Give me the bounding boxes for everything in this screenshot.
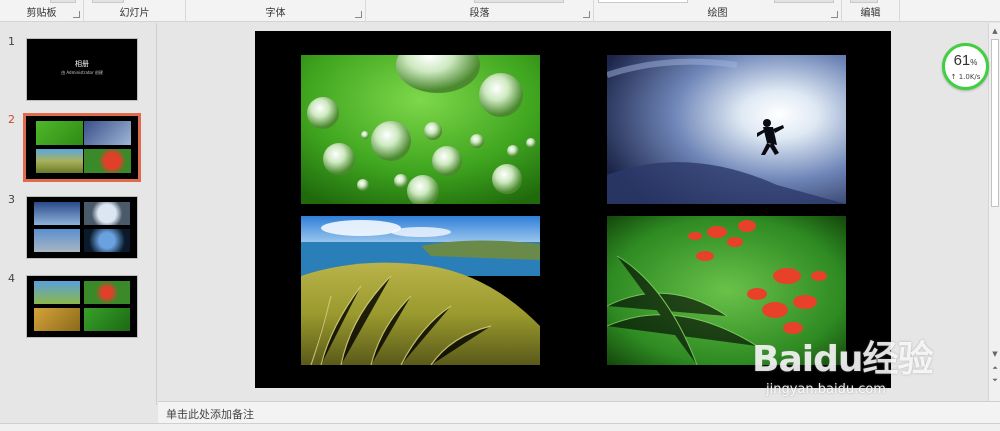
notes-placeholder: 单击此处添加备注: [166, 408, 254, 421]
ribbon-group-slides: 幻灯片: [84, 0, 186, 22]
photo-grassy-hills[interactable]: [301, 216, 540, 365]
photo-surfer-wave-image: [607, 55, 846, 204]
ribbon-button-fragment[interactable]: [598, 0, 688, 3]
slide-number: 2: [8, 113, 15, 126]
photo-grassy-hills-image: [301, 216, 540, 365]
ribbon-group-label: 段落: [469, 8, 490, 19]
photo-water-droplets[interactable]: [301, 55, 540, 204]
ribbon-group-label: 绘图: [707, 8, 728, 19]
ribbon-group-label: 字体: [265, 8, 286, 19]
slide-thumbnail-4[interactable]: [26, 275, 138, 338]
upload-arrow-icon: ↑: [950, 73, 957, 81]
ribbon: 剪贴板 幻灯片 字体 段落 绘图 编辑: [0, 0, 1000, 22]
thumbnail-photo: [33, 280, 80, 305]
slide-thumbnail-3[interactable]: [26, 196, 138, 259]
thumbnail-photo: [84, 228, 131, 252]
ribbon-button-fragment[interactable]: [774, 0, 834, 3]
thumbnail-photo: [33, 228, 80, 252]
slide-number: 3: [8, 193, 15, 206]
drawing-launcher-icon[interactable]: [831, 11, 838, 18]
scroll-down-icon[interactable]: ▼: [989, 348, 1000, 360]
ribbon-group-font: 字体: [186, 0, 366, 22]
ribbon-group-drawing: 绘图: [594, 0, 842, 22]
ribbon-group-label: 剪贴板: [26, 8, 57, 19]
ribbon-button-fragment[interactable]: [50, 0, 76, 3]
thumbnail-photo: [36, 121, 84, 145]
vertical-scrollbar[interactable]: ▲ ▼ ⏶ ⏷: [988, 23, 1000, 401]
font-launcher-icon[interactable]: [355, 11, 362, 18]
slide-thumbnail-2[interactable]: [23, 113, 141, 182]
ribbon-group-clipboard: 剪贴板: [0, 0, 84, 22]
thumbnail-photo: [84, 280, 131, 305]
ribbon-button-fragment[interactable]: [92, 0, 124, 3]
thumbnail-photo: [36, 148, 84, 173]
status-bar: [0, 423, 1000, 431]
previous-slide-icon[interactable]: ⏶: [989, 362, 1000, 374]
speed-percent-display: 61%: [945, 52, 986, 69]
ribbon-group-label: 幻灯片: [119, 8, 150, 19]
thumbnail-photo: [84, 307, 131, 331]
ribbon-button-fragment[interactable]: [474, 0, 564, 3]
ribbon-group-paragraph: 段落: [366, 0, 594, 22]
ribbon-button-fragment[interactable]: [850, 0, 878, 3]
scrollbar-thumb[interactable]: [991, 39, 999, 207]
watermark-logo-text: Baidu经验: [752, 339, 933, 380]
watermark-url: jingyan.baidu.com: [766, 382, 886, 397]
thumbnail-photo: [33, 201, 80, 226]
slide-number: 1: [8, 35, 15, 48]
speed-rate-display: ↑ 1.0K/s: [945, 73, 986, 81]
slide-thumbnails-pane: 1 相册 由 Administrator 创建 2 3 4: [0, 23, 157, 405]
scroll-up-icon[interactable]: ▲: [989, 25, 1000, 37]
next-slide-icon[interactable]: ⏷: [989, 374, 1000, 386]
thumbnail-title: 相册: [75, 60, 89, 68]
speed-percent: 61: [953, 52, 971, 69]
thumbnail-photo: [84, 148, 132, 173]
ribbon-group-editing: 编辑: [842, 0, 900, 22]
clipboard-launcher-icon[interactable]: [73, 11, 80, 18]
photo-surfer-wave[interactable]: [607, 55, 846, 204]
speed-percent-unit: %: [970, 58, 978, 67]
thumbnail-photo: [33, 307, 80, 331]
speed-rate: 1.0K/s: [958, 73, 981, 81]
thumbnail-photo: [84, 201, 131, 226]
thumbnail-subtitle: 由 Administrator 创建: [61, 70, 103, 75]
thumbnail-photo: [84, 121, 132, 145]
photo-water-droplets-image: [301, 55, 540, 204]
slide-number: 4: [8, 272, 15, 285]
baidu-watermark: Baidu经验 jingyan.baidu.com: [752, 322, 942, 408]
paragraph-launcher-icon[interactable]: [583, 11, 590, 18]
ribbon-group-label: 编辑: [860, 8, 881, 19]
network-speed-widget[interactable]: 61% ↑ 1.0K/s: [942, 43, 989, 90]
slide-thumbnail-1[interactable]: 相册 由 Administrator 创建: [26, 38, 138, 101]
powerpoint-window: 剪贴板 幻灯片 字体 段落 绘图 编辑 1 相册 由 Administrator…: [0, 0, 1000, 431]
